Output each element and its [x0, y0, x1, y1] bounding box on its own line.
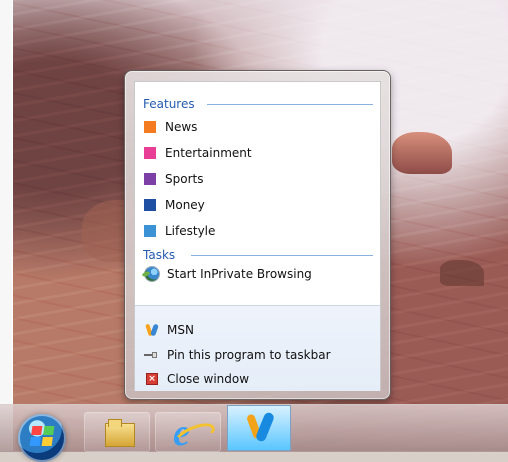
jump-list: Features News Entertainment Sports Money…	[124, 70, 391, 400]
jump-list-content: Features News Entertainment Sports Money…	[134, 81, 381, 391]
feature-item-news[interactable]: News	[144, 116, 197, 138]
feature-entertainment-label: Entertainment	[165, 146, 252, 160]
start-orb-icon[interactable]	[18, 414, 66, 462]
pin-to-taskbar-label: Pin this program to taskbar	[167, 348, 331, 362]
task-start-inprivate-browsing[interactable]: Start InPrivate Browsing	[144, 263, 312, 285]
taskbar-internet-explorer-button[interactable]: e	[155, 412, 221, 452]
left-page-border	[0, 0, 12, 451]
program-msn-label: MSN	[167, 323, 194, 337]
feature-item-sports[interactable]: Sports	[144, 168, 203, 190]
close-window-item[interactable]: × Close window	[144, 368, 249, 390]
windows-flag-icon	[29, 426, 55, 446]
msn-taskbar-icon	[246, 409, 276, 447]
feature-item-lifestyle[interactable]: Lifestyle	[144, 220, 215, 242]
feature-item-entertainment[interactable]: Entertainment	[144, 142, 252, 164]
lifestyle-color-icon	[144, 225, 156, 237]
pin-icon	[144, 347, 160, 363]
tasks-header: Tasks	[143, 247, 175, 263]
task-start-inprivate-label: Start InPrivate Browsing	[167, 267, 312, 281]
inprivate-browsing-icon	[144, 266, 160, 282]
close-window-label: Close window	[167, 372, 250, 386]
taskbar-folder-button[interactable]	[84, 412, 150, 452]
features-header: Features	[143, 96, 195, 112]
folder-icon	[105, 419, 135, 447]
close-icon: ×	[144, 371, 160, 387]
sports-color-icon	[144, 173, 156, 185]
feature-news-label: News	[165, 120, 198, 134]
entertainment-color-icon	[144, 147, 156, 159]
tasks-divider	[191, 255, 373, 256]
msn-icon	[144, 322, 160, 338]
feature-lifestyle-label: Lifestyle	[165, 224, 216, 238]
features-title: Features	[143, 97, 195, 111]
money-color-icon	[144, 199, 156, 211]
feature-money-label: Money	[165, 198, 205, 212]
news-color-icon	[144, 121, 156, 133]
tasks-title: Tasks	[143, 248, 176, 262]
internet-explorer-icon: e	[173, 414, 209, 452]
feature-sports-label: Sports	[165, 172, 204, 186]
taskbar-msn-button[interactable]	[227, 405, 291, 451]
pin-to-taskbar-item[interactable]: Pin this program to taskbar	[144, 344, 331, 366]
program-actions-area: MSN Pin this program to taskbar × Close …	[135, 305, 380, 391]
feature-item-money[interactable]: Money	[144, 194, 205, 216]
program-item-msn[interactable]: MSN	[144, 319, 194, 341]
features-divider	[207, 104, 373, 105]
